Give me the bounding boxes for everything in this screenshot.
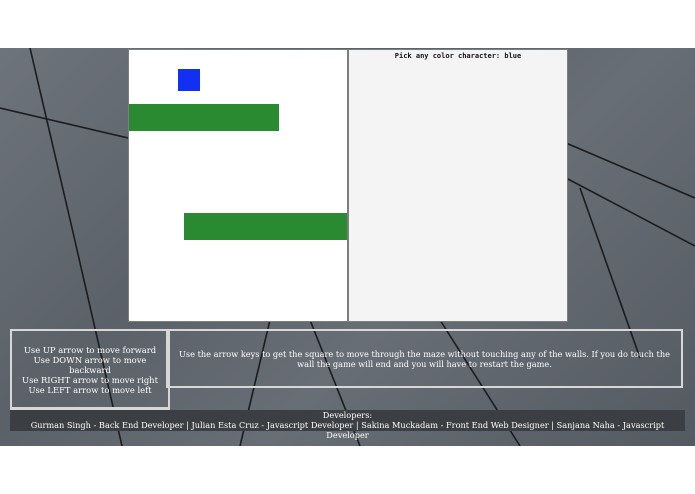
color-picker-label: Pick any color character: blue — [394, 52, 522, 60]
instructions-text: Use the arrow keys to get the square to … — [179, 348, 670, 369]
controls-box-bottom — [10, 390, 170, 409]
color-picker-panel[interactable]: Pick any color character: blue — [348, 49, 568, 322]
developers-footer: Developers: Gurman Singh - Back End Deve… — [10, 410, 685, 440]
developers-list: Gurman Singh - Back End Developer | Juli… — [30, 420, 665, 440]
player-square[interactable] — [178, 69, 200, 91]
instructions-box: Use the arrow keys to get the square to … — [166, 329, 683, 388]
game-stage: Pick any color character: blue Use UP ar… — [0, 48, 695, 446]
control-down-text: Use DOWN arrow to move backward — [33, 355, 147, 375]
maze-canvas[interactable] — [128, 49, 348, 322]
developers-heading: Developers: — [322, 410, 373, 420]
control-right-text: Use RIGHT arrow to move right — [22, 375, 158, 385]
control-up-text: Use UP arrow to move forward — [23, 345, 157, 355]
maze-wall — [184, 213, 347, 240]
maze-wall — [129, 104, 279, 131]
